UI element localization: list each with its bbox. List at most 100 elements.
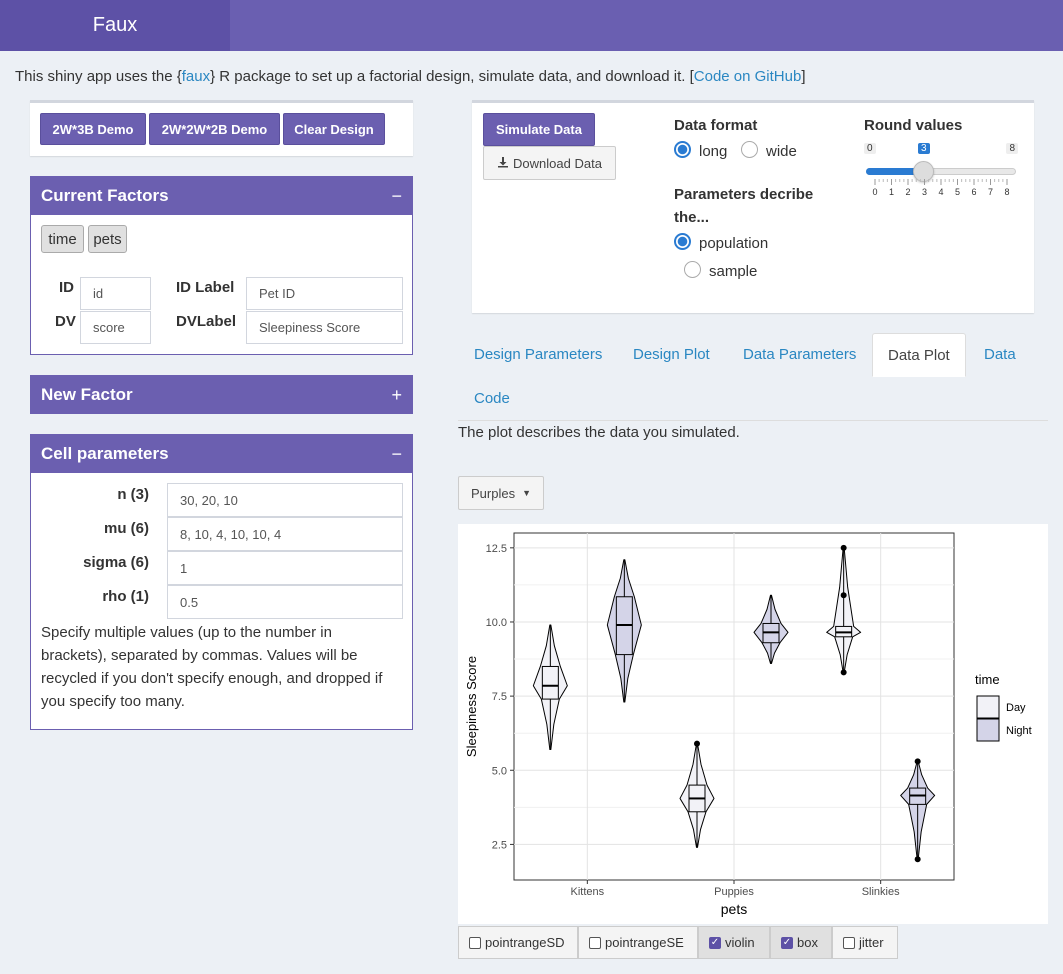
palette-select[interactable]: Purples ▼ xyxy=(458,476,544,510)
tab-code[interactable]: Code xyxy=(474,390,510,407)
help-line: you specify too many. xyxy=(41,693,185,710)
checked-box-icon[interactable]: ✓ xyxy=(709,936,721,949)
download-data-button[interactable]: Download Data xyxy=(483,146,616,180)
slider-tick-label: 0 xyxy=(872,187,877,197)
outlier-point xyxy=(694,740,700,747)
y-tick-label: 2.5 xyxy=(492,839,507,851)
help-line: recycled if you don't specify enough, an… xyxy=(41,670,383,687)
tab-data[interactable]: Data xyxy=(984,346,1016,363)
round-slider[interactable]: 0 8 3 0 1 2 3 4 5 6 7 8 xyxy=(864,141,1018,201)
format-wide-label[interactable]: wide xyxy=(766,143,797,160)
legend-title: time xyxy=(975,672,1000,687)
demo-box: 2W*3B Demo 2W*2W*2B Demo Clear Design xyxy=(30,100,413,156)
x-axis-label: pets xyxy=(721,901,747,917)
params-sample-radio[interactable] xyxy=(684,261,701,278)
current-factors-header: Current Factors − xyxy=(31,177,412,215)
option-pointrangese[interactable]: pointrangeSE xyxy=(578,926,698,959)
dv-input[interactable]: score xyxy=(80,311,151,344)
simulation-box: Simulate Data Download Data Data format … xyxy=(472,100,1034,313)
legend-label-night: Night xyxy=(1006,725,1032,737)
option-jitter[interactable]: jitter xyxy=(832,926,898,959)
collapse-icon[interactable]: − xyxy=(391,444,402,465)
cell-parameters-help: Specify multiple values (up to the numbe… xyxy=(41,621,382,713)
demo-2w3b-button[interactable]: 2W*3B Demo xyxy=(40,113,146,145)
id-input[interactable]: id xyxy=(80,277,151,310)
demo-2w2w2b-button[interactable]: 2W*2W*2B Demo xyxy=(149,113,280,145)
option-box[interactable]: ✓ box xyxy=(770,926,832,959)
checked-box-icon[interactable]: ✓ xyxy=(781,936,793,949)
checkbox-icon[interactable] xyxy=(469,936,481,949)
download-icon xyxy=(497,156,509,171)
intro-text-start: This shiny app uses the { xyxy=(15,68,182,85)
palette-select-value: Purples xyxy=(471,485,516,501)
y-tick-label: 5.0 xyxy=(492,765,507,777)
cell-parameters-box: Cell parameters − n (3) 30, 20, 10 mu (6… xyxy=(30,434,413,730)
x-tick-label: Slinkies xyxy=(862,886,900,898)
round-values-title: Round values xyxy=(864,117,963,134)
id-label: ID xyxy=(59,279,74,296)
slider-tick-label: 6 xyxy=(971,187,976,197)
app-header: Faux xyxy=(0,0,1063,51)
clear-design-button[interactable]: Clear Design xyxy=(283,113,385,145)
id-label-input[interactable]: Pet ID xyxy=(246,277,403,310)
simulate-data-button[interactable]: Simulate Data xyxy=(483,113,595,146)
current-factors-box: Current Factors − time pets ID id ID Lab… xyxy=(30,176,413,355)
params-title-line1: Parameters decribe xyxy=(674,186,814,203)
tab-data-parameters[interactable]: Data Parameters xyxy=(743,346,856,363)
help-line: Specify multiple values (up to the numbe… xyxy=(41,624,332,641)
slider-min-label: 0 xyxy=(864,143,876,154)
option-label: violin xyxy=(725,935,755,950)
outlier-point xyxy=(840,544,847,551)
new-factor-header[interactable]: New Factor + xyxy=(31,376,412,414)
slider-tick-label: 3 xyxy=(922,187,927,197)
intro-text-end: ] xyxy=(801,68,806,85)
option-violin[interactable]: ✓ violin xyxy=(698,926,770,959)
checkbox-icon[interactable] xyxy=(589,936,601,949)
dv-label: DV xyxy=(55,313,76,330)
factor-tag-pets[interactable]: pets xyxy=(88,225,127,253)
outlier-point xyxy=(914,856,921,863)
x-tick-label: Puppies xyxy=(714,886,754,898)
collapse-icon[interactable]: − xyxy=(391,186,402,207)
option-label: box xyxy=(797,935,818,950)
tab-design-parameters[interactable]: Design Parameters xyxy=(474,346,602,363)
data-format-title: Data format xyxy=(674,117,758,134)
checkbox-icon[interactable] xyxy=(843,936,855,949)
slider-tick-label: 5 xyxy=(955,187,960,197)
y-axis-label: Sleepiness Score xyxy=(464,656,479,757)
expand-icon[interactable]: + xyxy=(391,385,402,406)
params-population-radio[interactable] xyxy=(674,233,691,250)
rho-input[interactable]: 0.5 xyxy=(167,585,403,619)
factor-tag-time[interactable]: time xyxy=(41,225,84,253)
outlier-point xyxy=(840,592,847,599)
option-label: jitter xyxy=(859,935,884,950)
cell-parameters-header: Cell parameters − xyxy=(31,435,412,473)
format-long-radio[interactable] xyxy=(674,141,691,158)
n-input[interactable]: 30, 20, 10 xyxy=(167,483,403,517)
legend-label-day: Day xyxy=(1006,702,1026,714)
params-sample-label[interactable]: sample xyxy=(709,263,757,280)
params-population-label[interactable]: population xyxy=(699,235,768,252)
tab-design-plot[interactable]: Design Plot xyxy=(633,346,710,363)
sigma-input[interactable]: 1 xyxy=(167,551,403,585)
mu-label: mu (6) xyxy=(104,520,149,537)
rho-label: rho (1) xyxy=(102,588,149,605)
tab-bar: Design Parameters Design Plot Data Param… xyxy=(458,333,1048,421)
new-factor-title: New Factor xyxy=(41,385,133,404)
y-tick-label: 7.5 xyxy=(492,691,507,703)
dv-label-input[interactable]: Sleepiness Score xyxy=(246,311,403,344)
dv-label-label: DVLabel xyxy=(176,313,237,330)
faux-link[interactable]: faux xyxy=(182,68,210,85)
slider-tick-label: 2 xyxy=(905,187,910,197)
mu-input[interactable]: 8, 10, 4, 10, 10, 4 xyxy=(167,517,403,551)
intro-text: This shiny app uses the {faux} R package… xyxy=(15,68,806,85)
format-long-label[interactable]: long xyxy=(699,143,727,160)
format-wide-radio[interactable] xyxy=(741,141,758,158)
option-label: pointrangeSD xyxy=(485,935,565,950)
navbar xyxy=(230,0,1063,51)
option-pointrangesd[interactable]: pointrangeSD xyxy=(458,926,578,959)
plot-panel: 2.5 5.0 7.5 10.0 12.5 Kittens Puppies Slinkies p… xyxy=(458,524,1048,924)
github-link[interactable]: Code on GitHub xyxy=(694,68,802,85)
tab-data-plot[interactable]: Data Plot xyxy=(872,333,966,377)
slider-value-label: 3 xyxy=(918,143,930,154)
